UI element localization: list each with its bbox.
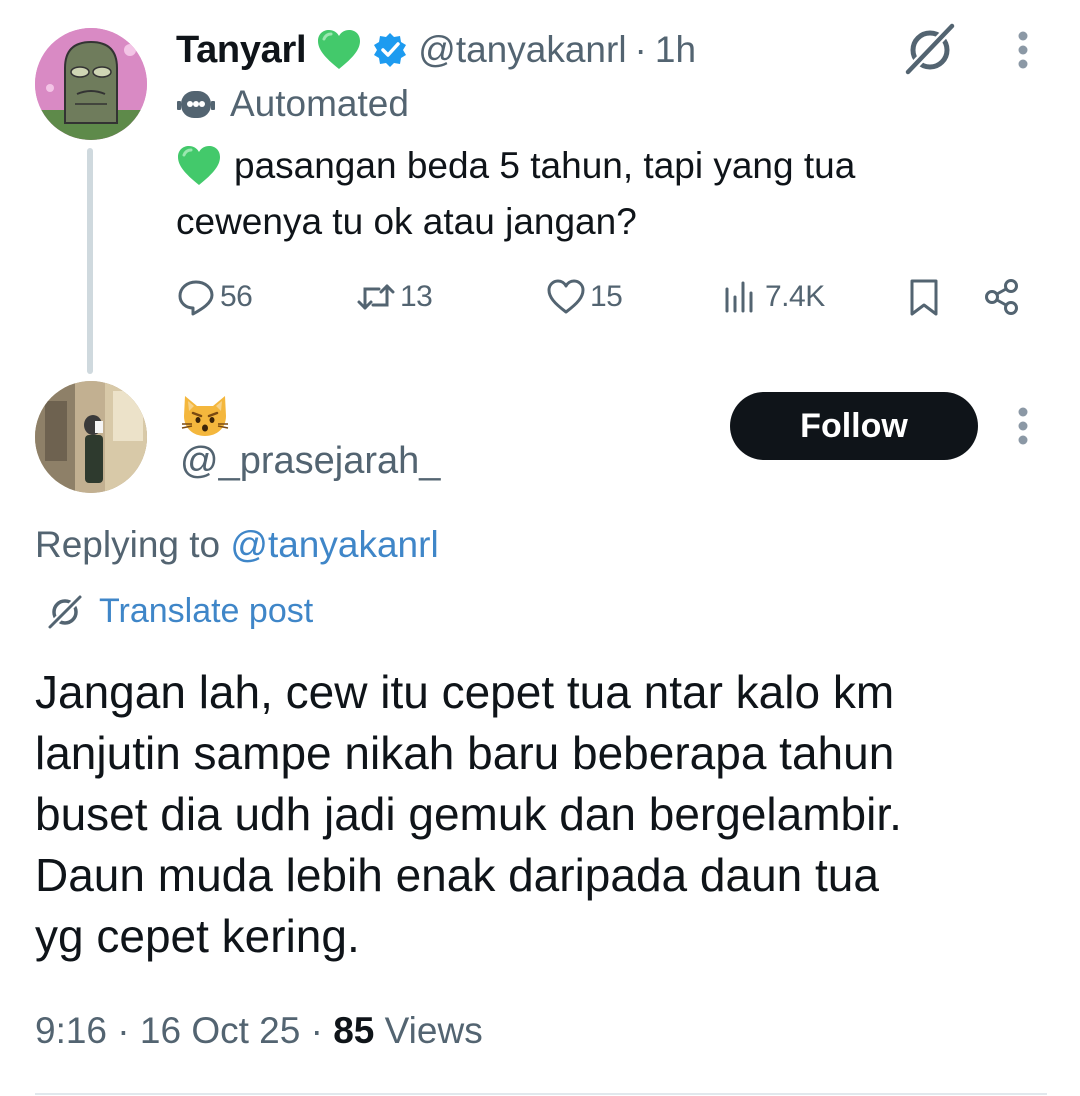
parent-author-handle[interactable]: @tanyakanrl — [418, 29, 626, 71]
post-meta-row: 9:16 · 16 Oct 25 · 85 Views — [35, 1010, 483, 1052]
reply-text-line: Daun muda lebih enak daripada daun tua — [35, 849, 879, 901]
parent-author-row: Tanyarl @tanyakanrl · 1h — [176, 24, 696, 76]
parent-author-avatar[interactable] — [35, 28, 147, 140]
thread-connector-line — [87, 148, 93, 374]
reply-count: 56 — [220, 280, 253, 313]
grok-icon — [47, 594, 83, 630]
reply-post-text: Jangan lah, cew itu cepet tua ntar kalo … — [35, 662, 1045, 967]
views-button[interactable]: 7.4K — [721, 272, 825, 322]
replying-to-line: Replying to @tanyakanrl — [35, 524, 439, 566]
green-heart-icon — [178, 146, 220, 185]
automated-account-row: Automated — [176, 80, 409, 128]
cat-face-icon[interactable] — [180, 392, 230, 438]
share-icon — [985, 279, 1018, 315]
post-detail-view: Tanyarl @tanyakanrl · 1h Automated pasan… — [0, 0, 1080, 1096]
post-time[interactable]: 9:16 — [35, 1010, 107, 1051]
replying-to-mention-link[interactable]: @tanyakanrl — [230, 524, 438, 565]
like-count: 15 — [590, 280, 623, 313]
post-views-label: Views — [374, 1010, 483, 1051]
heart-outline-icon — [547, 279, 585, 314]
share-button[interactable] — [982, 272, 1022, 322]
time-separator: · — [634, 29, 647, 70]
grok-icon[interactable] — [900, 18, 960, 78]
more-options-icon[interactable] — [1017, 406, 1029, 446]
follow-button[interactable]: Follow — [730, 392, 978, 460]
like-button[interactable]: 15 — [546, 272, 623, 322]
avatar-cartoon-image — [35, 28, 147, 140]
meta-separator: · — [300, 1010, 334, 1051]
divider — [35, 1093, 1047, 1095]
bookmark-button[interactable] — [904, 272, 944, 322]
parent-post-text-line: cewenya tu ok atau jangan? — [176, 201, 637, 242]
reply-text-line: yg cepet kering. — [35, 910, 360, 962]
reply-author-handle[interactable]: @_prasejarah_ — [180, 440, 440, 483]
parent-author-name[interactable]: Tanyarl — [176, 29, 307, 72]
analytics-bars-icon — [725, 281, 753, 313]
post-date[interactable]: 16 Oct 25 — [140, 1010, 300, 1051]
reply-author-avatar[interactable] — [35, 381, 147, 493]
reply-text-line: buset dia udh jadi gemuk dan bergelambir… — [35, 788, 902, 840]
more-options-icon[interactable] — [1017, 30, 1029, 70]
reply-text-line: lanjutin sampe nikah baru beberapa tahun — [35, 727, 895, 779]
reply-text-line: Jangan lah, cew itu cepet tua ntar kalo … — [35, 666, 895, 718]
repost-icon — [357, 284, 395, 310]
robot-icon — [177, 91, 215, 118]
translate-post-label: Translate post — [99, 591, 314, 630]
avatar-photo-image — [35, 381, 147, 493]
parent-post-text-line: pasangan beda 5 tahun, tapi yang tua — [234, 145, 856, 186]
reply-button[interactable]: 56 — [176, 272, 253, 322]
automated-label: Automated — [230, 83, 409, 124]
green-heart-icon — [318, 30, 361, 69]
meta-separator: · — [107, 1010, 140, 1051]
views-count: 7.4K — [765, 280, 825, 313]
translate-post-link[interactable]: Translate post — [45, 586, 313, 636]
bookmark-icon — [910, 279, 938, 316]
parent-post-action-bar: 56 13 15 7.4K — [176, 272, 1036, 322]
verified-badge-icon — [374, 33, 407, 67]
reply-icon — [178, 280, 214, 316]
repost-button[interactable]: 13 — [356, 272, 433, 322]
post-views-count: 85 — [333, 1010, 375, 1051]
parent-post-text: pasangan beda 5 tahun, tapi yang tua cew… — [176, 138, 1036, 250]
replying-to-prefix: Replying to — [35, 524, 231, 565]
parent-post-time[interactable]: 1h — [655, 29, 696, 71]
repost-count: 13 — [400, 280, 433, 313]
